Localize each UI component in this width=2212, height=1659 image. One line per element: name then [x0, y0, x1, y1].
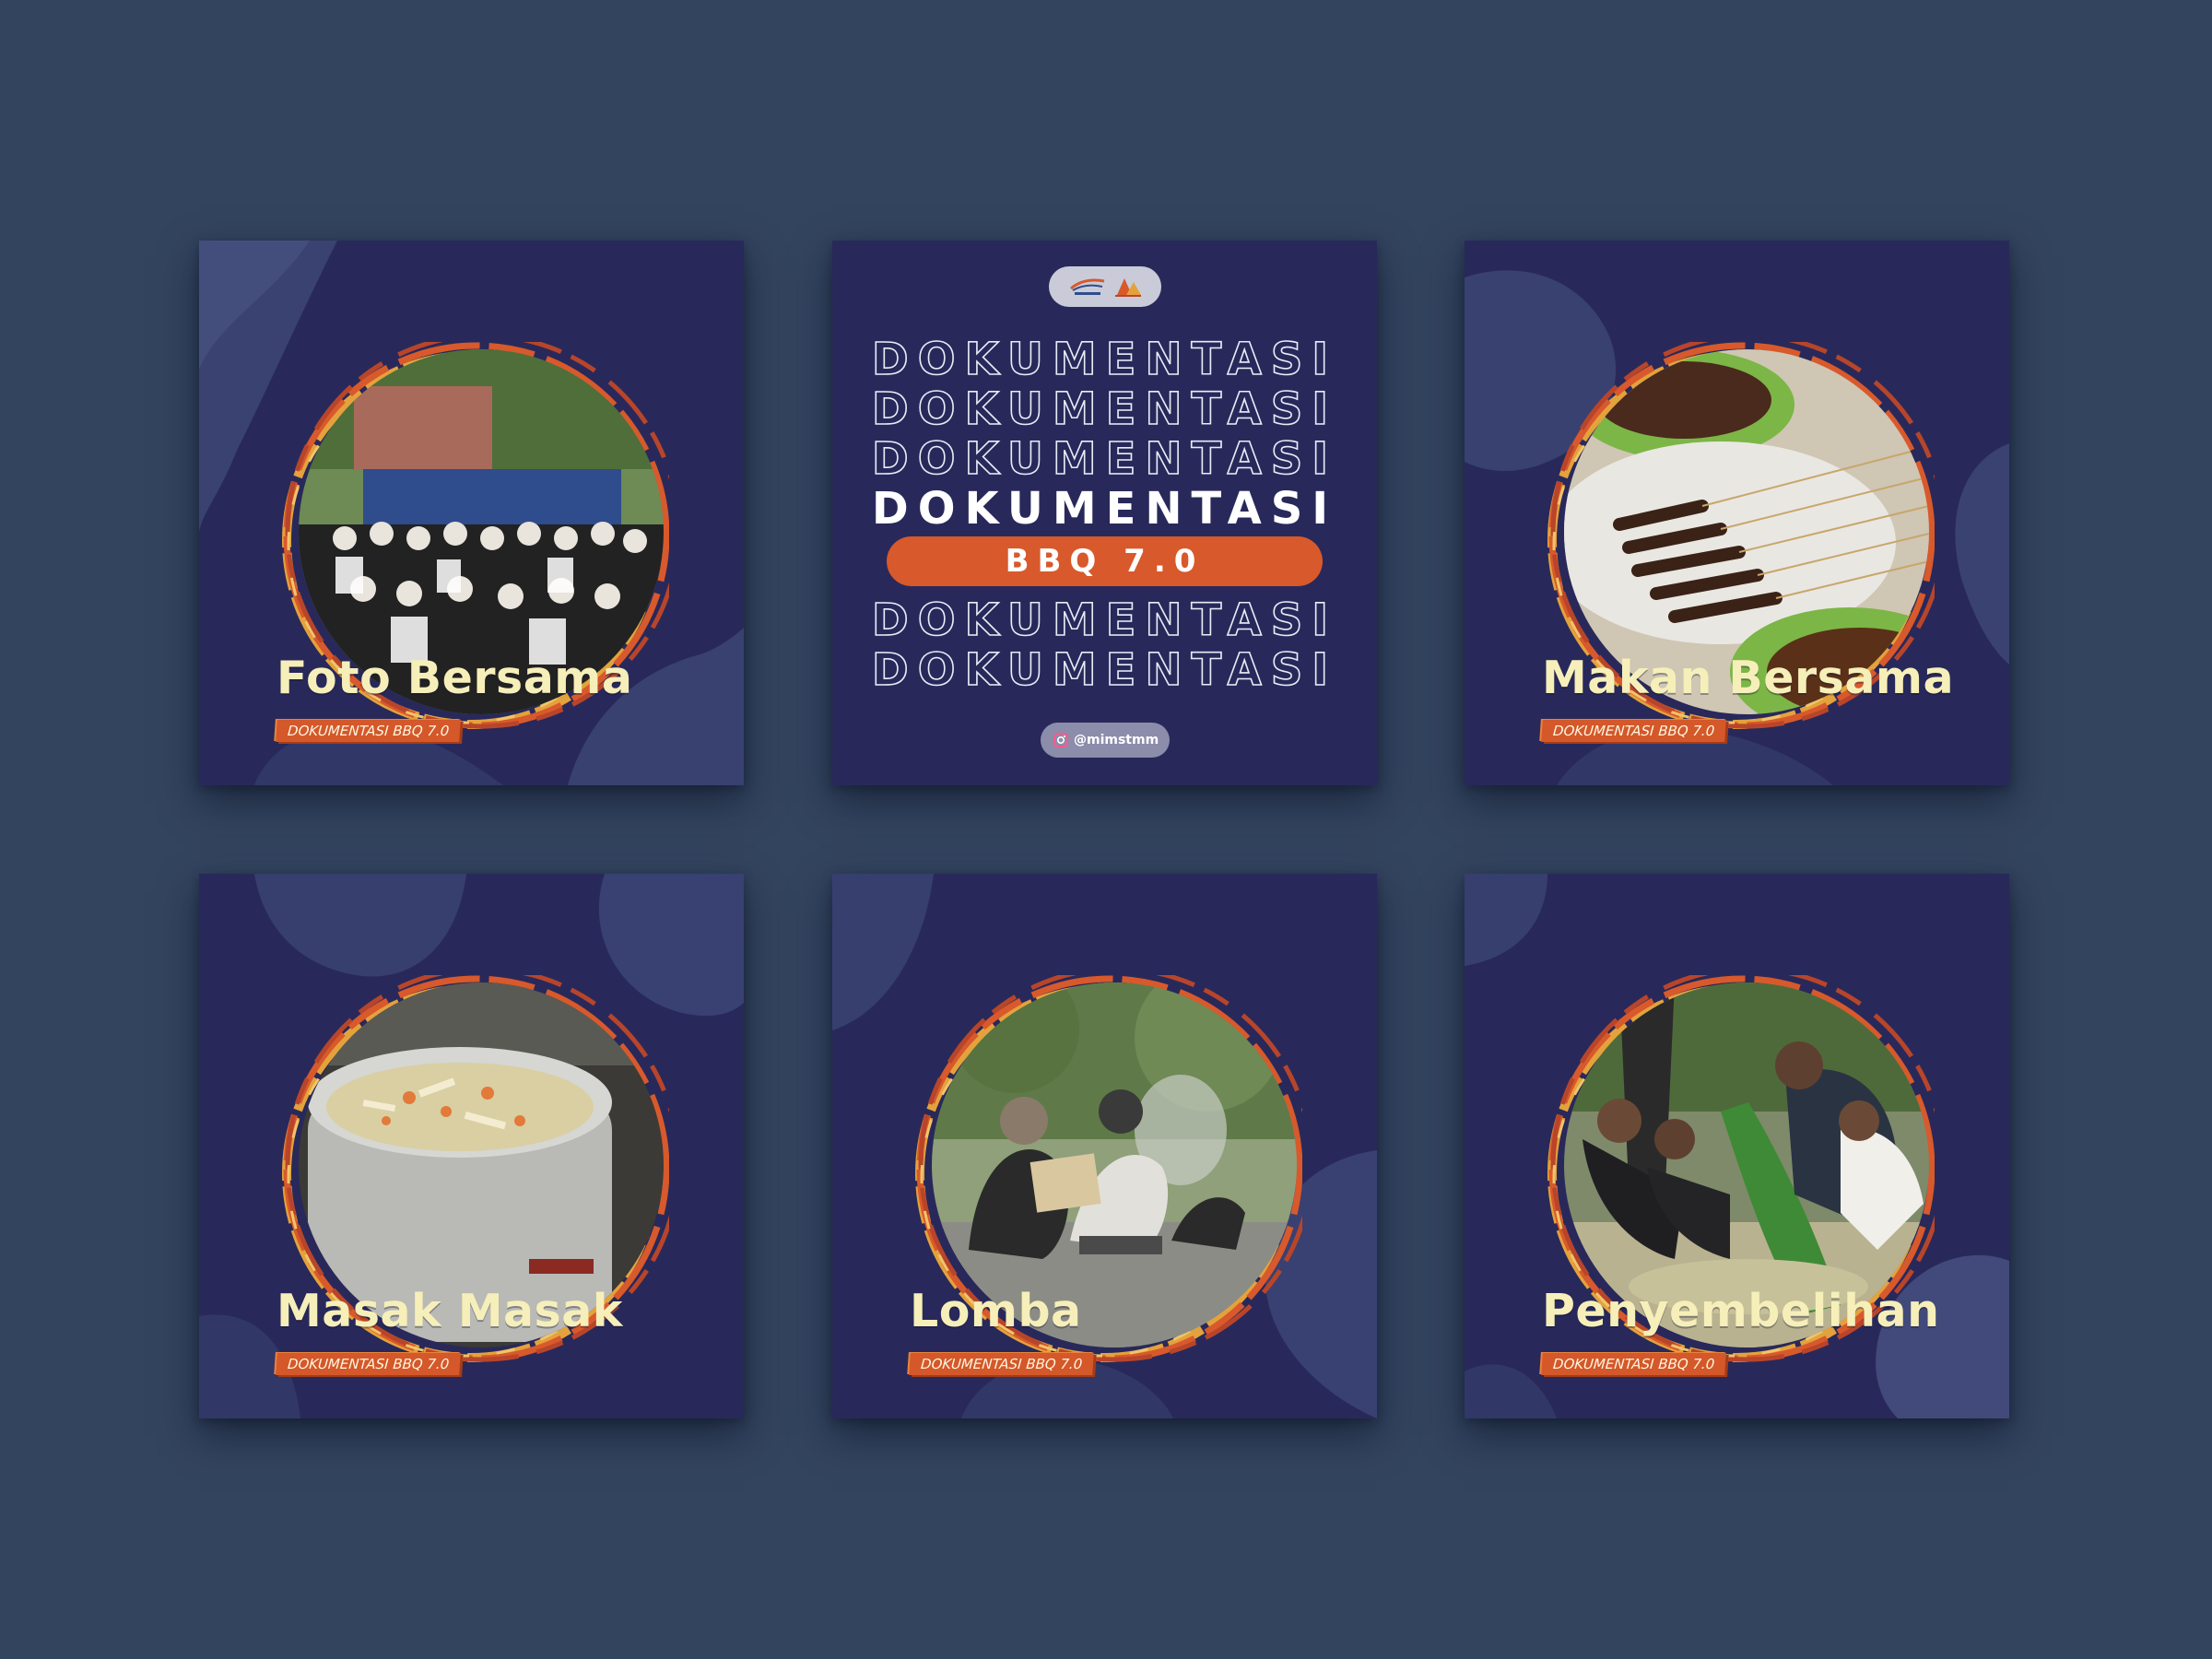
post-title: Foto Bersama	[276, 652, 633, 704]
post-title: Masak Masak	[276, 1285, 623, 1337]
post-card-makan-bersama[interactable]: Makan Bersama DOKUMENTASI BBQ 7.0	[1465, 241, 2009, 785]
instagram-handle: @mimstmm	[1074, 733, 1159, 747]
post-card-lomba[interactable]: Lomba DOKUMENTASI BBQ 7.0	[832, 874, 1377, 1418]
title-outline-line: DOKUMENTASI	[871, 433, 1338, 485]
post-card-masak-masak[interactable]: Masak Masak DOKUMENTASI BBQ 7.0	[199, 874, 744, 1418]
organization-logo-icon	[1070, 278, 1105, 295]
post-card-penyembelihan[interactable]: Penyembelihan DOKUMENTASI BBQ 7.0	[1465, 874, 2009, 1418]
post-card-cover[interactable]: DOKUMENTASI DOKUMENTASI DOKUMENTASI DOKU…	[832, 241, 1377, 785]
post-grid: Foto Bersama DOKUMENTASI BBQ 7.0 DOKUMEN…	[0, 0, 2212, 1659]
title-outline-line: DOKUMENTASI	[871, 594, 1338, 646]
post-title: Penyembelihan	[1542, 1285, 1940, 1337]
event-tag: DOKUMENTASI BBQ 7.0	[1541, 1353, 1727, 1375]
title-main-line: DOKUMENTASI	[871, 483, 1338, 535]
event-tag: DOKUMENTASI BBQ 7.0	[276, 720, 462, 742]
event-tag: DOKUMENTASI BBQ 7.0	[909, 1353, 1095, 1375]
event-tag: DOKUMENTASI BBQ 7.0	[276, 1353, 462, 1375]
event-tag: DOKUMENTASI BBQ 7.0	[1541, 720, 1727, 742]
logo-badge	[1049, 266, 1161, 307]
instagram-handle-badge[interactable]: @mimstmm	[1041, 723, 1170, 758]
post-title: Makan Bersama	[1542, 652, 1955, 704]
post-card-foto-bersama[interactable]: Foto Bersama DOKUMENTASI BBQ 7.0	[199, 241, 744, 785]
event-name-badge: BBQ 7.0	[887, 536, 1323, 586]
post-title: Lomba	[910, 1285, 1082, 1337]
instagram-icon	[1053, 733, 1068, 747]
title-outline-line: DOKUMENTASI	[871, 334, 1338, 385]
title-outline-line: DOKUMENTASI	[871, 644, 1338, 696]
title-outline-line: DOKUMENTASI	[871, 383, 1338, 435]
event-logo-icon	[1115, 278, 1141, 297]
